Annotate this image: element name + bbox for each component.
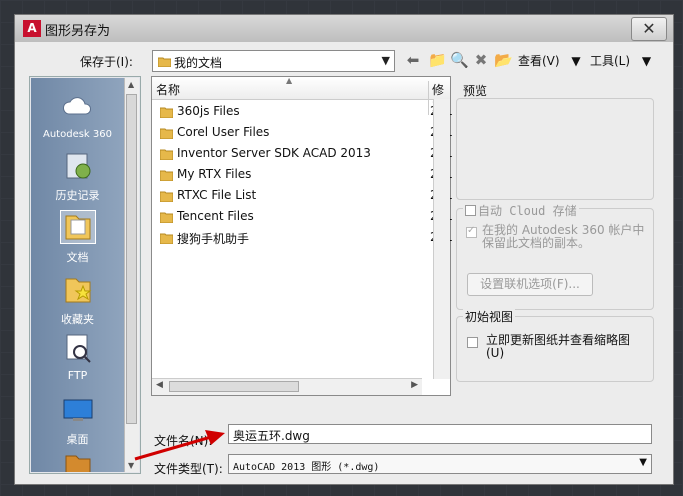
file-name: 搜狗手机助手 <box>177 232 250 246</box>
file-name: RTXC File List <box>177 188 257 202</box>
chevron-down-icon: ▼ <box>571 54 581 68</box>
documents-icon <box>59 210 96 244</box>
file-list-vscroll[interactable] <box>433 99 450 379</box>
autocad-app-icon: A <box>23 20 41 37</box>
place-label: 收藏夹 <box>61 313 94 326</box>
place-label: 历史记录 <box>55 189 100 202</box>
save-in-label: 保存于(I): <box>80 55 133 69</box>
cloud-storage-title-text: 自动 Cloud 存储 <box>478 204 577 218</box>
places-list: Autodesk 360 历史记录 文档 收藏夹 FTP 桌面 <box>31 78 124 472</box>
places-sidebar: Autodesk 360 历史记录 文档 收藏夹 FTP 桌面 ▲ ▼ <box>29 76 141 474</box>
save-as-dialog: 保存于(I): 我的文档 ▼ ⬅ 📁 🔍 ✖ 📂 查看(V) ▼ 工具(L) ▼… <box>14 42 674 485</box>
keep-copy-text: 在我的 Autodesk 360 帐户中保留此文档的副本。 <box>482 223 645 250</box>
view-menu-label: 查看(V) <box>518 54 560 68</box>
list-item[interactable]: Tencent Files201 <box>160 207 453 228</box>
place-history[interactable]: 历史记录 <box>31 150 124 203</box>
file-name: Corel User Files <box>177 125 270 139</box>
place-label: 文档 <box>66 251 89 264</box>
view-menu-button[interactable]: 查看(V) ▼ <box>518 52 581 69</box>
list-item[interactable]: 搜狗手机助手201 <box>160 228 453 249</box>
save-in-dropdown[interactable]: 我的文档 ▼ <box>152 50 395 72</box>
place-label: 桌面 <box>66 433 89 446</box>
cloud-icon <box>62 97 91 115</box>
window-title: 图形另存为 <box>45 24 111 39</box>
file-name: Tencent Files <box>177 209 254 223</box>
desktop-icon <box>63 399 92 421</box>
folder-icon <box>158 57 171 67</box>
place-more[interactable] <box>31 448 124 472</box>
folder-icon <box>160 191 173 202</box>
online-options-button[interactable]: 设置联机选项(F)... <box>467 273 593 296</box>
search-web-icon[interactable]: 🔍 <box>450 51 469 69</box>
folder-icon <box>160 107 173 118</box>
close-button[interactable]: ✕ <box>631 17 667 41</box>
back-arrow-icon[interactable]: ⬅ <box>404 51 422 69</box>
ftp-icon <box>66 334 91 363</box>
chevron-down-icon: ▼ <box>641 54 652 68</box>
scroll-down-icon[interactable]: ▼ <box>128 461 134 470</box>
history-icon <box>66 153 90 179</box>
place-label: FTP <box>67 369 88 382</box>
file-name: Inventor Server SDK ACAD 2013 <box>177 146 371 160</box>
keep-copy-checkbox[interactable]: ✓ <box>466 225 477 238</box>
file-list: ▲ 名称 修改 360js Files201Corel User Files20… <box>151 76 453 396</box>
list-item[interactable]: My RTX Files201 <box>160 165 453 186</box>
cloud-storage-title[interactable]: 自动 Cloud 存储 <box>463 202 579 219</box>
place-label: Autodesk 360 <box>43 129 112 140</box>
place-favorites[interactable]: 收藏夹 <box>31 274 124 327</box>
file-type-value: AutoCAD 2013 图形 (*.dwg) <box>233 462 380 473</box>
file-type-label: 文件类型(T): <box>154 462 223 476</box>
sidebar-scrollbar[interactable]: ▲ ▼ <box>124 78 139 472</box>
column-header: ▲ 名称 修改 <box>152 76 450 115</box>
column-name-header[interactable]: 名称 <box>156 81 180 98</box>
cloud-storage-checkbox[interactable] <box>465 205 476 216</box>
place-autodesk-360[interactable]: Autodesk 360 <box>31 92 124 140</box>
update-thumbnail-text: 立即更新图纸并查看缩略图(U) <box>486 333 631 360</box>
scroll-up-icon[interactable]: ▲ <box>128 80 134 89</box>
list-item[interactable]: Corel User Files201 <box>160 123 453 144</box>
file-name: My RTX Files <box>177 167 252 181</box>
scrollbar-thumb[interactable] <box>126 94 137 424</box>
folder-icon <box>65 455 90 472</box>
chevron-down-icon: ▼ <box>381 54 390 67</box>
file-list-hscroll[interactable]: ◀ ▶ <box>152 378 422 395</box>
folder-icon <box>160 212 173 223</box>
red-arrow-annotation <box>134 430 225 461</box>
scrollbar-thumb[interactable] <box>169 381 299 392</box>
scroll-right-icon[interactable]: ▶ <box>411 380 418 390</box>
place-ftp[interactable]: FTP <box>31 332 124 382</box>
up-folder-icon[interactable]: 📁 <box>428 51 447 69</box>
folder-icon <box>160 149 173 160</box>
sort-ascending-icon: ▲ <box>286 76 293 85</box>
list-item[interactable]: RTXC File List201 <box>160 186 453 207</box>
preview-label: 预览 <box>463 84 488 98</box>
file-name: 360js Files <box>177 104 240 118</box>
list-item[interactable]: Inventor Server SDK ACAD 2013201 <box>160 144 453 165</box>
place-documents[interactable]: 文档 <box>31 210 124 265</box>
scroll-left-icon[interactable]: ◀ <box>156 380 163 390</box>
file-name-input[interactable]: 奥运五环.dwg <box>228 424 652 444</box>
chevron-down-icon: ▼ <box>639 457 647 468</box>
place-desktop[interactable]: 桌面 <box>31 394 124 447</box>
list-item[interactable]: 360js Files201 <box>160 102 453 123</box>
preview-pane <box>456 98 654 200</box>
tools-menu-button[interactable]: 工具(L) ▼ <box>590 52 651 69</box>
file-name-value: 奥运五环.dwg <box>233 429 310 443</box>
folder-icon <box>160 170 173 181</box>
save-in-value: 我的文档 <box>174 56 223 70</box>
tools-menu-label: 工具(L) <box>590 54 631 68</box>
title-bar: A 图形另存为 ✕ <box>14 14 674 43</box>
folder-icon <box>160 233 173 244</box>
new-folder-icon[interactable]: 📂 <box>494 51 513 69</box>
update-thumbnail-checkbox[interactable] <box>467 337 478 348</box>
delete-icon[interactable]: ✖ <box>472 51 490 69</box>
favorites-icon <box>65 278 91 303</box>
folder-icon <box>160 128 173 139</box>
initial-view-title: 初始视图 <box>463 308 516 325</box>
file-type-dropdown[interactable]: AutoCAD 2013 图形 (*.dwg) ▼ <box>228 454 652 474</box>
